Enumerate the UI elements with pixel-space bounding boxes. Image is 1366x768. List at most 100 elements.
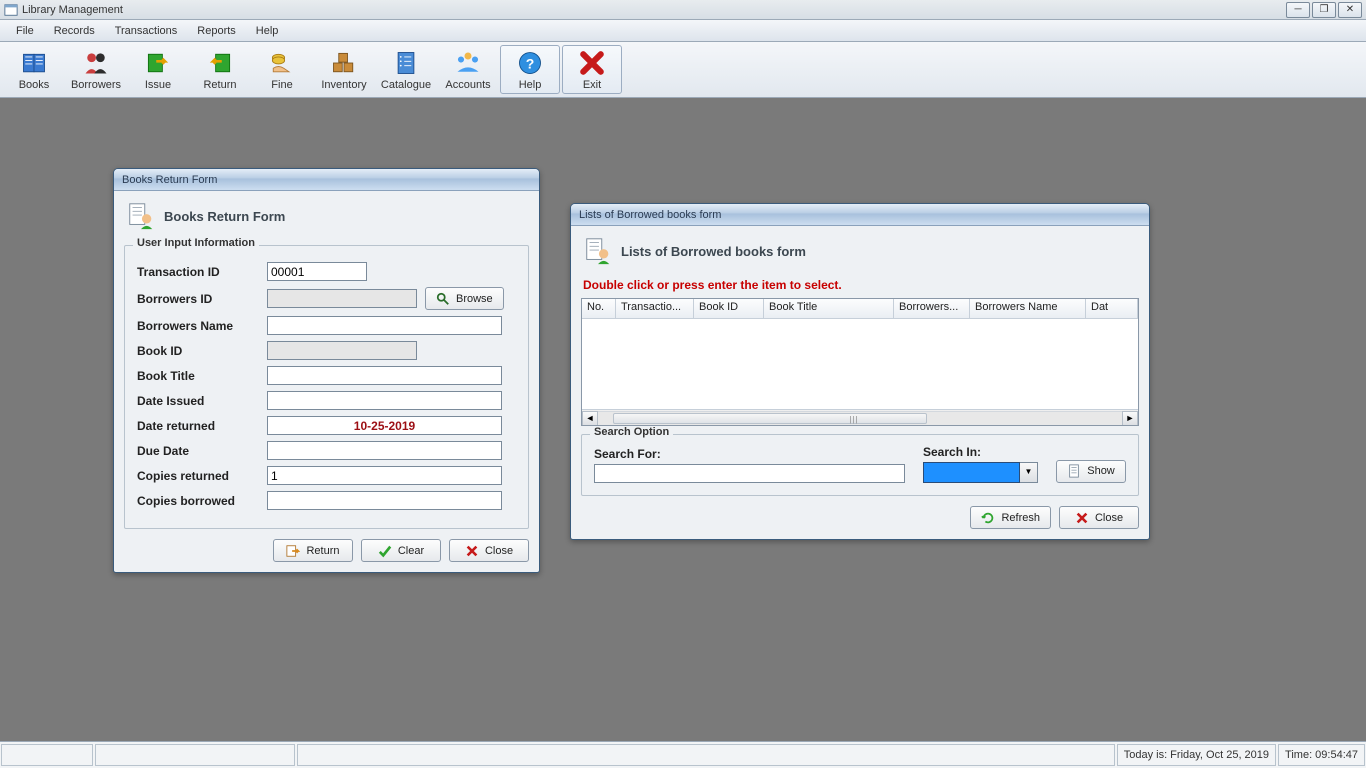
transaction-id-input[interactable] [267, 262, 367, 281]
status-cell-spacer [297, 744, 1115, 766]
toolbar-accounts-button[interactable]: Accounts [438, 45, 498, 94]
mdi-workspace: Books Return Form Books Return Form User… [0, 99, 1366, 740]
show-button-label: Show [1087, 465, 1115, 477]
svg-text:?: ? [526, 55, 535, 71]
app-title: Library Management [22, 4, 123, 16]
toolbar-help-label: Help [519, 79, 542, 91]
search-option-groupbox: Search Option Search For: Search In: ▼ [581, 434, 1139, 496]
menu-transactions[interactable]: Transactions [105, 22, 188, 40]
scroll-right-button[interactable]: ► [1122, 411, 1138, 426]
col-borrowers-id[interactable]: Borrowers... [894, 299, 970, 318]
book-right-arrow-icon [144, 49, 172, 77]
document-icon [1067, 464, 1081, 478]
maximize-button[interactable]: ❐ [1312, 2, 1336, 18]
search-in-label: Search In: [923, 445, 1038, 459]
menu-reports[interactable]: Reports [187, 22, 246, 40]
return-button[interactable]: Return [273, 539, 353, 562]
status-today: Today is: Friday, Oct 25, 2019 [1117, 744, 1276, 766]
browse-button[interactable]: Browse [425, 287, 504, 310]
status-time: Time: 09:54:47 [1278, 744, 1365, 766]
toolbar-return-label: Return [203, 79, 236, 91]
col-book-title[interactable]: Book Title [764, 299, 894, 318]
notebook-icon [392, 49, 420, 77]
toolbar-borrowers-label: Borrowers [71, 79, 121, 91]
copies-returned-input[interactable] [267, 466, 502, 485]
toolbar-borrowers-button[interactable]: Borrowers [66, 45, 126, 94]
toolbar-fine-button[interactable]: Fine [252, 45, 312, 94]
refresh-button[interactable]: Refresh [970, 506, 1051, 529]
col-date[interactable]: Dat [1086, 299, 1138, 318]
books-return-titlebar[interactable]: Books Return Form [114, 169, 539, 191]
col-no[interactable]: No. [582, 299, 616, 318]
menu-help[interactable]: Help [246, 22, 289, 40]
return-button-label: Return [306, 545, 339, 557]
col-book-id[interactable]: Book ID [694, 299, 764, 318]
borrowers-name-input[interactable] [267, 316, 502, 335]
borrowed-list-titlebar[interactable]: Lists of Borrowed books form [571, 204, 1149, 226]
toolbar-return-button[interactable]: Return [190, 45, 250, 94]
close-window-button[interactable]: ✕ [1338, 2, 1362, 18]
book-id-label: Book ID [137, 344, 267, 358]
toolbar: Books Borrowers Issue Return Fine Invent… [0, 42, 1366, 98]
exit-x-icon [578, 49, 606, 77]
show-button[interactable]: Show [1056, 460, 1126, 483]
date-returned-input[interactable] [267, 416, 502, 435]
toolbar-help-button[interactable]: ? Help [500, 45, 560, 94]
close-return-button[interactable]: Close [449, 539, 529, 562]
toolbar-books-label: Books [19, 79, 50, 91]
minimize-button[interactable]: ─ [1286, 2, 1310, 18]
borrowed-list-window: Lists of Borrowed books form Lists of Bo… [570, 203, 1150, 540]
app-icon [4, 3, 18, 17]
book-title-input[interactable] [267, 366, 502, 385]
toolbar-exit-label: Exit [583, 79, 601, 91]
menu-file[interactable]: File [6, 22, 44, 40]
search-icon [436, 292, 450, 306]
copies-borrowed-label: Copies borrowed [137, 494, 267, 508]
browse-button-label: Browse [456, 293, 493, 305]
chevron-down-icon[interactable]: ▼ [1020, 462, 1038, 483]
search-option-legend: Search Option [590, 426, 673, 438]
toolbar-accounts-label: Accounts [445, 79, 490, 91]
toolbar-catalogue-label: Catalogue [381, 79, 431, 91]
col-borrowers-name[interactable]: Borrowers Name [970, 299, 1086, 318]
borrowers-id-input [267, 289, 417, 308]
toolbar-inventory-button[interactable]: Inventory [314, 45, 374, 94]
copies-returned-label: Copies returned [137, 469, 267, 483]
user-input-groupbox: User Input Information Transaction ID Bo… [124, 245, 529, 529]
toolbar-fine-label: Fine [271, 79, 292, 91]
horizontal-scrollbar[interactable]: ◄ ||| ► [582, 409, 1138, 426]
col-transaction[interactable]: Transactio... [616, 299, 694, 318]
search-for-input[interactable] [594, 464, 905, 483]
date-returned-label: Date returned [137, 419, 267, 433]
menu-records[interactable]: Records [44, 22, 105, 40]
date-issued-label: Date Issued [137, 394, 267, 408]
scroll-left-button[interactable]: ◄ [582, 411, 598, 426]
close-list-button[interactable]: Close [1059, 506, 1139, 529]
person-document-icon [583, 236, 613, 266]
search-for-label: Search For: [594, 447, 905, 461]
book-title-label: Book Title [137, 369, 267, 383]
copies-borrowed-input[interactable] [267, 491, 502, 510]
person-document-icon [126, 201, 156, 231]
date-issued-input[interactable] [267, 391, 502, 410]
scroll-thumb[interactable] [613, 413, 927, 424]
toolbar-catalogue-button[interactable]: Catalogue [376, 45, 436, 94]
app-titlebar: Library Management ─ ❐ ✕ [0, 0, 1366, 20]
toolbar-exit-button[interactable]: Exit [562, 45, 622, 94]
toolbar-issue-button[interactable]: Issue [128, 45, 188, 94]
borrowers-id-label: Borrowers ID [137, 292, 267, 306]
toolbar-books-button[interactable]: Books [4, 45, 64, 94]
boxes-icon [330, 49, 358, 77]
return-arrow-icon [286, 544, 300, 558]
toolbar-issue-label: Issue [145, 79, 171, 91]
search-in-combobox[interactable]: ▼ [923, 462, 1038, 483]
books-return-header-title: Books Return Form [164, 209, 285, 224]
check-icon [378, 544, 392, 558]
borrowed-table[interactable]: No. Transactio... Book ID Book Title Bor… [581, 298, 1139, 426]
clear-button[interactable]: Clear [361, 539, 441, 562]
scroll-track[interactable]: ||| [598, 411, 1122, 426]
borrowers-name-label: Borrowers Name [137, 319, 267, 333]
refresh-icon [981, 511, 995, 525]
due-date-input[interactable] [267, 441, 502, 460]
status-cell-2 [95, 744, 295, 766]
